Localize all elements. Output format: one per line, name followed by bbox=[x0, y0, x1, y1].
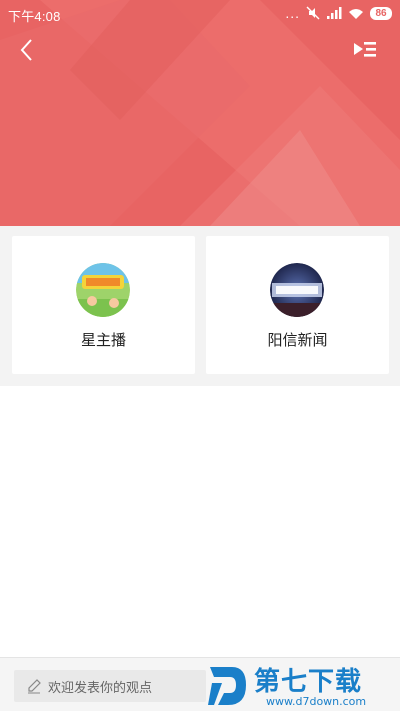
chevron-left-icon bbox=[20, 39, 32, 61]
wifi-icon bbox=[349, 8, 363, 19]
comment-placeholder: 欢迎发表你的观点 bbox=[48, 680, 153, 696]
playlist-button[interactable] bbox=[352, 38, 378, 62]
comment-input[interactable]: 欢迎发表你的观点 bbox=[14, 670, 206, 702]
watermark-logo: 第七下载 www.d7down.com bbox=[204, 659, 400, 711]
watermark-brand: 第七下载 bbox=[254, 667, 363, 697]
channel-avatar bbox=[76, 263, 130, 317]
status-icons: ... 86 bbox=[285, 5, 392, 21]
channel-card-yangxin-news[interactable]: 阳信新闻 bbox=[206, 236, 389, 374]
status-time: 下午4:08 bbox=[8, 9, 61, 24]
battery-indicator: 86 bbox=[370, 6, 392, 20]
channel-avatar bbox=[270, 263, 324, 317]
back-button[interactable] bbox=[14, 36, 42, 64]
pencil-icon bbox=[28, 679, 41, 694]
signal-icon bbox=[327, 7, 342, 19]
header-pattern bbox=[0, 0, 400, 226]
channel-card-xingzhubo[interactable]: 星主播 bbox=[12, 236, 195, 374]
channel-name: 阳信新闻 bbox=[267, 331, 328, 349]
header-banner: 下午4:08 ... 86 bbox=[0, 0, 400, 226]
playlist-icon bbox=[354, 42, 376, 57]
mute-icon bbox=[306, 6, 320, 20]
status-dots: ... bbox=[285, 5, 300, 21]
xingzhubo-logo bbox=[76, 263, 130, 317]
d7-logo-icon bbox=[208, 667, 246, 705]
status-bar: 下午4:08 ... 86 bbox=[0, 0, 400, 28]
channel-list: 星主播 阳信新闻 bbox=[0, 226, 400, 386]
watermark-url: www.d7down.com bbox=[266, 695, 367, 708]
channel-name: 星主播 bbox=[80, 331, 126, 349]
yangxin-news-logo bbox=[270, 263, 324, 317]
